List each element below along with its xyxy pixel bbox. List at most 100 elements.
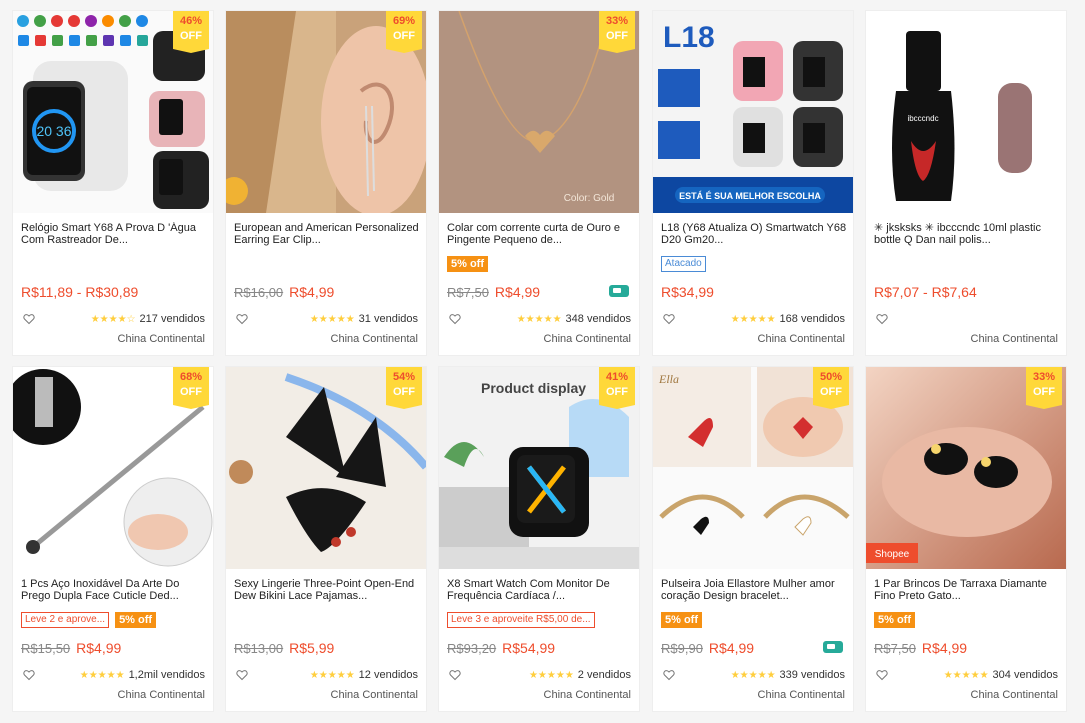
price-row: R$7,50 R$4,99 <box>447 284 540 300</box>
discount-off-label: OFF <box>1033 386 1055 398</box>
heart-icon[interactable] <box>236 313 248 325</box>
discount-off-label: OFF <box>820 386 842 398</box>
current-price: R$5,99 <box>289 640 335 656</box>
original-price: R$7,50 <box>447 285 489 300</box>
price-row: R$7,50 R$4,99 <box>874 640 967 656</box>
image-caption: Color: Gold <box>564 193 615 204</box>
meta-row: ★★★★★ 304 vendidos <box>876 668 1058 682</box>
product-title[interactable]: ✳ jksksks ✳ ibcccndc 10ml plastic bottle… <box>874 222 1060 246</box>
product-title[interactable]: Relógio Smart Y68 A Prova D 'Água Com Ra… <box>21 222 207 246</box>
discount-percent: 46% <box>179 15 203 27</box>
price-row: R$11,89 - R$30,89 <box>21 284 138 300</box>
badge-row: 5% off <box>447 256 488 272</box>
bottle-label: ibcccndc <box>907 114 938 123</box>
product-title[interactable]: X8 Smart Watch Com Monitor De Frequência… <box>447 578 633 602</box>
current-price: R$4,99 <box>76 640 122 656</box>
shipping-location: China Continental <box>543 689 631 701</box>
price-row: R$93,20 R$54,99 <box>447 640 555 656</box>
original-price: R$7,50 <box>874 641 916 656</box>
discount-tag: 50% OFF <box>813 367 849 409</box>
price-row: R$34,99 <box>661 284 714 300</box>
original-price: R$15,50 <box>21 641 71 656</box>
heart-icon[interactable] <box>23 313 35 325</box>
current-price: R$7,07 - R$7,64 <box>874 284 977 300</box>
original-price: R$93,20 <box>447 641 497 656</box>
promo-badge: Leve 2 e aprove... <box>21 612 110 628</box>
sold-count: 304 vendidos <box>992 669 1058 681</box>
shipping-location: China Continental <box>117 689 205 701</box>
product-card[interactable]: 69% OFF European and American Personaliz… <box>225 10 427 356</box>
shipping-location: China Continental <box>970 333 1058 345</box>
badge-row: 5% off <box>661 612 702 628</box>
product-title[interactable]: 1 Pcs Aço Inoxidável Da Arte Do Prego Du… <box>21 578 207 602</box>
product-card[interactable]: L18 ESTÁ É SUA MELHOR ESCOLHA L18 (Y68 At… <box>652 10 854 356</box>
product-card[interactable]: 20 36 46% OFF Relógio Smart Y68 A Prova … <box>12 10 214 356</box>
product-title[interactable]: 1 Par Brincos De Tarraxa Diamante Fino P… <box>874 578 1060 602</box>
current-price: R$34,99 <box>661 284 714 300</box>
product-card[interactable]: 54% OFF Sexy Lingerie Three-Point Open-E… <box>225 366 427 712</box>
heart-icon[interactable] <box>663 313 675 325</box>
promo-badge: Atacado <box>661 256 706 272</box>
product-image[interactable]: ibcccndc <box>866 11 1066 213</box>
rating-stars: ★★★★★ <box>730 313 776 325</box>
discount-percent: 69% <box>392 15 416 27</box>
heart-icon[interactable] <box>449 669 461 681</box>
price-row: R$9,90 R$4,99 <box>661 640 754 656</box>
shipping-location: China Continental <box>543 333 631 345</box>
product-title[interactable]: European and American Personalized Earri… <box>234 222 420 246</box>
discount-percent: 33% <box>1032 371 1056 383</box>
discount-tag: 46% OFF <box>173 11 209 53</box>
product-title[interactable]: L18 (Y68 Atualiza O) Smartwatch Y68 D20 … <box>661 222 847 246</box>
product-card[interactable]: Ella 50% OFF Pulseira Joia Ellastore Mul… <box>652 366 854 712</box>
price-row: R$13,00 R$5,99 <box>234 640 334 656</box>
heart-icon[interactable] <box>23 669 35 681</box>
heart-icon[interactable] <box>876 313 888 325</box>
original-price: R$13,00 <box>234 641 284 656</box>
rating-stars: ★★★★★ <box>309 669 355 681</box>
discount-percent: 33% <box>605 15 629 27</box>
product-title[interactable]: Sexy Lingerie Three-Point Open-End Dew B… <box>234 578 420 602</box>
product-card[interactable]: Color: Gold 33% OFF Colar com corrente c… <box>438 10 640 356</box>
discount-badge: 5% off <box>115 612 157 628</box>
rating-stars: ★★★★★ <box>943 669 989 681</box>
product-card[interactable]: Shopee 33% OFF 1 Par Brincos De Tarraxa … <box>865 366 1067 712</box>
product-title[interactable]: Colar com corrente curta de Ouro e Pinge… <box>447 222 633 246</box>
discount-tag: 54% OFF <box>386 367 422 409</box>
promo-badge: 5% off <box>661 612 702 628</box>
discount-off-label: OFF <box>606 386 628 398</box>
product-title[interactable]: Pulseira Joia Ellastore Mulher amor cora… <box>661 578 847 602</box>
rating-stars: ★★★★☆ <box>90 313 136 325</box>
sold-count: 1,2mil vendidos <box>128 669 205 681</box>
badge-row: 5% off <box>874 612 915 628</box>
discount-off-label: OFF <box>393 30 415 42</box>
shipping-location: China Continental <box>757 689 845 701</box>
promo-badge: 5% off <box>874 612 915 628</box>
promo-badge: 5% off <box>447 256 488 272</box>
meta-row <box>876 312 1058 326</box>
discount-percent: 68% <box>179 371 203 383</box>
heart-icon[interactable] <box>449 313 461 325</box>
heart-icon[interactable] <box>663 669 675 681</box>
meta-row: ★★★★★ 168 vendidos <box>663 312 845 326</box>
image-logo: L18 <box>663 21 715 54</box>
meta-row: ★★★★★ 1,2mil vendidos <box>23 668 205 682</box>
shipping-location: China Continental <box>330 689 418 701</box>
product-image[interactable]: L18 ESTÁ É SUA MELHOR ESCOLHA <box>653 11 853 213</box>
current-price: R$4,99 <box>494 284 541 300</box>
current-price: R$4,99 <box>708 640 755 656</box>
heart-icon[interactable] <box>236 669 248 681</box>
heart-icon[interactable] <box>876 669 888 681</box>
product-grid: 20 36 46% OFF Relógio Smart Y68 A Prova … <box>0 0 1085 723</box>
discount-off-label: OFF <box>180 386 202 398</box>
meta-row: ★★★★☆ 217 vendidos <box>23 312 205 326</box>
product-card[interactable]: 68% OFF 1 Pcs Aço Inoxidável Da Arte Do … <box>12 366 214 712</box>
meta-row: ★★★★★ 12 vendidos <box>236 668 418 682</box>
discount-tag: 68% OFF <box>173 367 209 409</box>
price-row: R$15,50 R$4,99 <box>21 640 121 656</box>
sold-count: 217 vendidos <box>139 313 205 325</box>
discount-tag: 33% OFF <box>1026 367 1062 409</box>
free-shipping-icon <box>609 285 629 297</box>
product-card[interactable]: ibcccndc ✳ jksksks ✳ ibcccndc 10ml plast… <box>865 10 1067 356</box>
rating-stars: ★★★★★ <box>528 669 574 681</box>
product-card[interactable]: Product display 41% OFF X8 Smart Watch C… <box>438 366 640 712</box>
